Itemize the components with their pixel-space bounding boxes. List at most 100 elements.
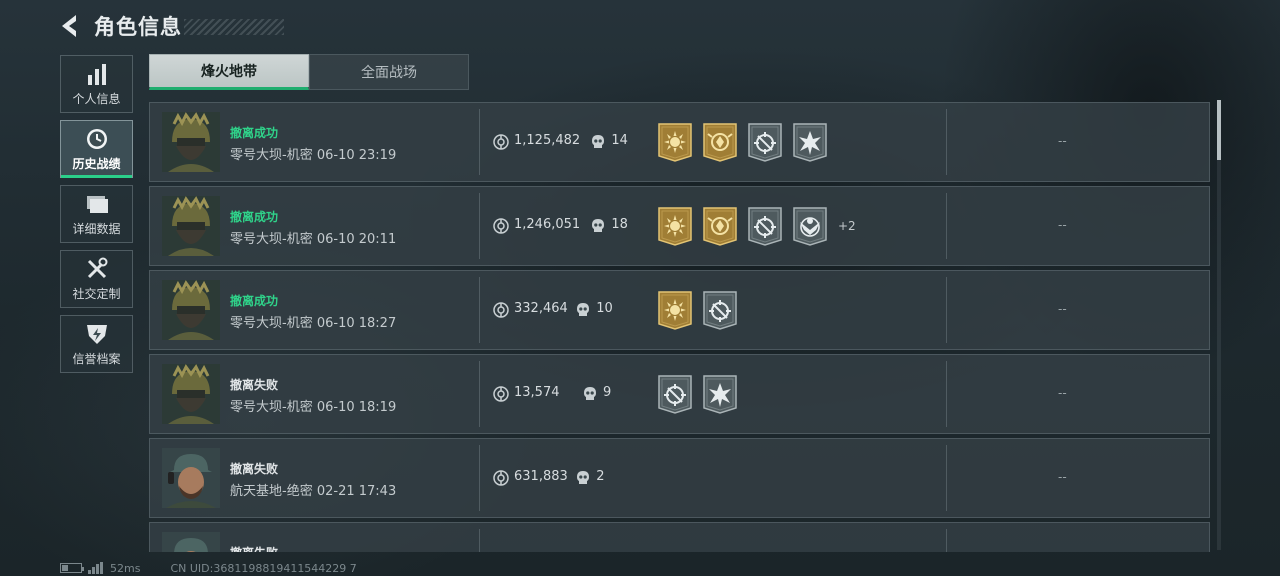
map-and-time: 零号大坝-机密 06-10 23:19 [230, 144, 396, 163]
tools-icon [87, 257, 107, 279]
operator-avatar [162, 280, 220, 340]
clock-icon [86, 129, 107, 149]
asset-value: 332,464 [514, 301, 568, 316]
extraction-status: 撤离失败 [230, 544, 278, 552]
achievement-badges [657, 374, 747, 414]
signal-icon [88, 562, 103, 574]
operator-avatar [162, 448, 220, 508]
map-and-time: 零号大坝-机密 06-10 18:27 [230, 312, 396, 331]
column-divider [946, 193, 947, 259]
currency-icon [493, 386, 509, 402]
operator-avatar [162, 112, 220, 172]
extraction-status: 撤离成功 [230, 126, 279, 140]
grey-target-badge-icon[interactable] [747, 122, 783, 162]
scrollbar[interactable] [1217, 100, 1221, 550]
rating-placeholder: -- [1058, 302, 1067, 316]
status-footer: 52ms CN UID:3681198819411544229 7 [60, 561, 357, 575]
asset-value: 1,246,051 [514, 217, 581, 232]
map-and-time: 零号大坝-机密 06-10 18:19 [230, 396, 396, 415]
match-time: 02-21 17:43 [316, 484, 397, 499]
sidebar-item-clock[interactable]: 历史战绩 [60, 120, 133, 178]
sidebar-item-label: 详细数据 [72, 222, 121, 236]
gold-emblem-badge-icon[interactable] [702, 206, 738, 246]
skull-icon [584, 387, 596, 400]
map-name: 零号大坝-机密 [230, 400, 313, 415]
match-time: 06-10 20:11 [316, 232, 397, 247]
kill-count: 10 [596, 301, 613, 316]
match-record-row[interactable]: 撤离失败 [149, 522, 1210, 552]
sidebar-item-label: 信誉档案 [72, 352, 121, 366]
column-divider [946, 529, 947, 552]
sidebar-item-bar-chart[interactable]: 个人信息 [60, 55, 133, 113]
match-history-list: 撤离成功 零号大坝-机密 06-10 23:19 1,125,482 14 -- 撤离成功… [149, 102, 1210, 552]
sidebar-item-shield-bolt[interactable]: 信誉档案 [60, 315, 133, 373]
tab-fenghuo[interactable]: 烽火地带 [149, 54, 309, 90]
grey-star-badge-icon[interactable] [702, 374, 738, 414]
achievement-badges: +2 [657, 206, 856, 246]
column-divider [479, 529, 480, 552]
kill-count: 2 [596, 469, 605, 484]
kill-count: 9 [603, 385, 612, 400]
currency-icon [493, 218, 509, 234]
kill-count: 18 [611, 217, 628, 232]
page-title: 角色信息 [94, 15, 182, 39]
match-record-row[interactable]: 撤离失败 零号大坝-机密 06-10 18:19 13,574 9 -- [149, 354, 1210, 434]
rating-placeholder: -- [1058, 386, 1067, 400]
grey-star-badge-icon[interactable] [792, 122, 828, 162]
bar-chart-icon [87, 64, 106, 85]
map-and-time: 航天基地-绝密 02-21 17:43 [230, 480, 396, 499]
battery-icon [60, 563, 84, 573]
title-decoration [184, 19, 284, 35]
skull-icon [592, 135, 605, 148]
map-name: 航天基地-绝密 [230, 484, 313, 499]
asset-value: 631,883 [514, 469, 568, 484]
grey-target-badge-icon[interactable] [702, 290, 738, 330]
rating-placeholder: -- [1058, 218, 1067, 232]
currency-icon [493, 302, 509, 318]
asset-value: 13,574 [514, 385, 560, 400]
asset-value: 1,125,482 [514, 133, 581, 148]
grey-target-badge-icon[interactable] [657, 374, 693, 414]
tab-quanmian[interactable]: 全面战场 [309, 54, 469, 90]
skull-icon [577, 471, 590, 484]
achievement-badges [657, 122, 837, 162]
top-bar: 角色信息 [58, 10, 284, 42]
column-divider [479, 193, 480, 259]
match-record-row[interactable]: 撤离成功零号大坝-机密 06-10 18:27 332,464 10 -- [149, 270, 1210, 350]
extraction-status: 撤离成功 [230, 210, 279, 224]
sidebar-item-tools[interactable]: 社交定制 [60, 250, 133, 308]
sidebar: 个人信息历史战绩详细数据社交定制信誉档案 [60, 55, 133, 380]
match-record-row[interactable]: 撤离失败 航天基地-绝密 02-21 17:43 631,883 2 -- [149, 438, 1210, 518]
match-record-row[interactable]: 撤离成功零号大坝-机密 06-10 23:19 1,125,482 14 -- [149, 102, 1210, 182]
gold-emblem-badge-icon[interactable] [702, 122, 738, 162]
column-divider [946, 277, 947, 343]
operator-avatar [162, 364, 220, 424]
rating-placeholder: -- [1058, 470, 1067, 484]
match-time: 06-10 18:27 [316, 316, 397, 331]
extraction-status: 撤离成功 [230, 294, 279, 308]
kill-count: 14 [611, 133, 628, 148]
skull-icon [592, 219, 605, 232]
column-divider [479, 277, 480, 343]
sidebar-item-label: 历史战绩 [72, 157, 121, 171]
sidebar-item-folder[interactable]: 详细数据 [60, 185, 133, 243]
match-record-row[interactable]: 撤离成功零号大坝-机密 06-10 20:11 1,246,051 18 +2 -- [149, 186, 1210, 266]
grey-target-badge-icon[interactable] [747, 206, 783, 246]
match-time: 06-10 18:19 [316, 400, 397, 415]
gold-sun-badge-icon[interactable] [657, 290, 693, 330]
sidebar-item-label: 个人信息 [72, 92, 121, 106]
match-time: 06-10 23:19 [316, 148, 397, 163]
more-badges-count[interactable]: +2 [838, 219, 856, 233]
back-arrow-icon[interactable] [58, 13, 80, 39]
map-name: 零号大坝-机密 [230, 232, 313, 247]
skull-icon [577, 303, 590, 316]
currency-icon [493, 470, 509, 486]
gold-sun-badge-icon[interactable] [657, 122, 693, 162]
operator-avatar [162, 532, 220, 552]
grey-eagle-badge-icon[interactable] [792, 206, 828, 246]
column-divider [479, 445, 480, 511]
gold-sun-badge-icon[interactable] [657, 206, 693, 246]
rating-placeholder: -- [1058, 134, 1067, 148]
sidebar-item-label: 社交定制 [72, 287, 121, 301]
scrollbar-thumb[interactable] [1217, 100, 1221, 160]
